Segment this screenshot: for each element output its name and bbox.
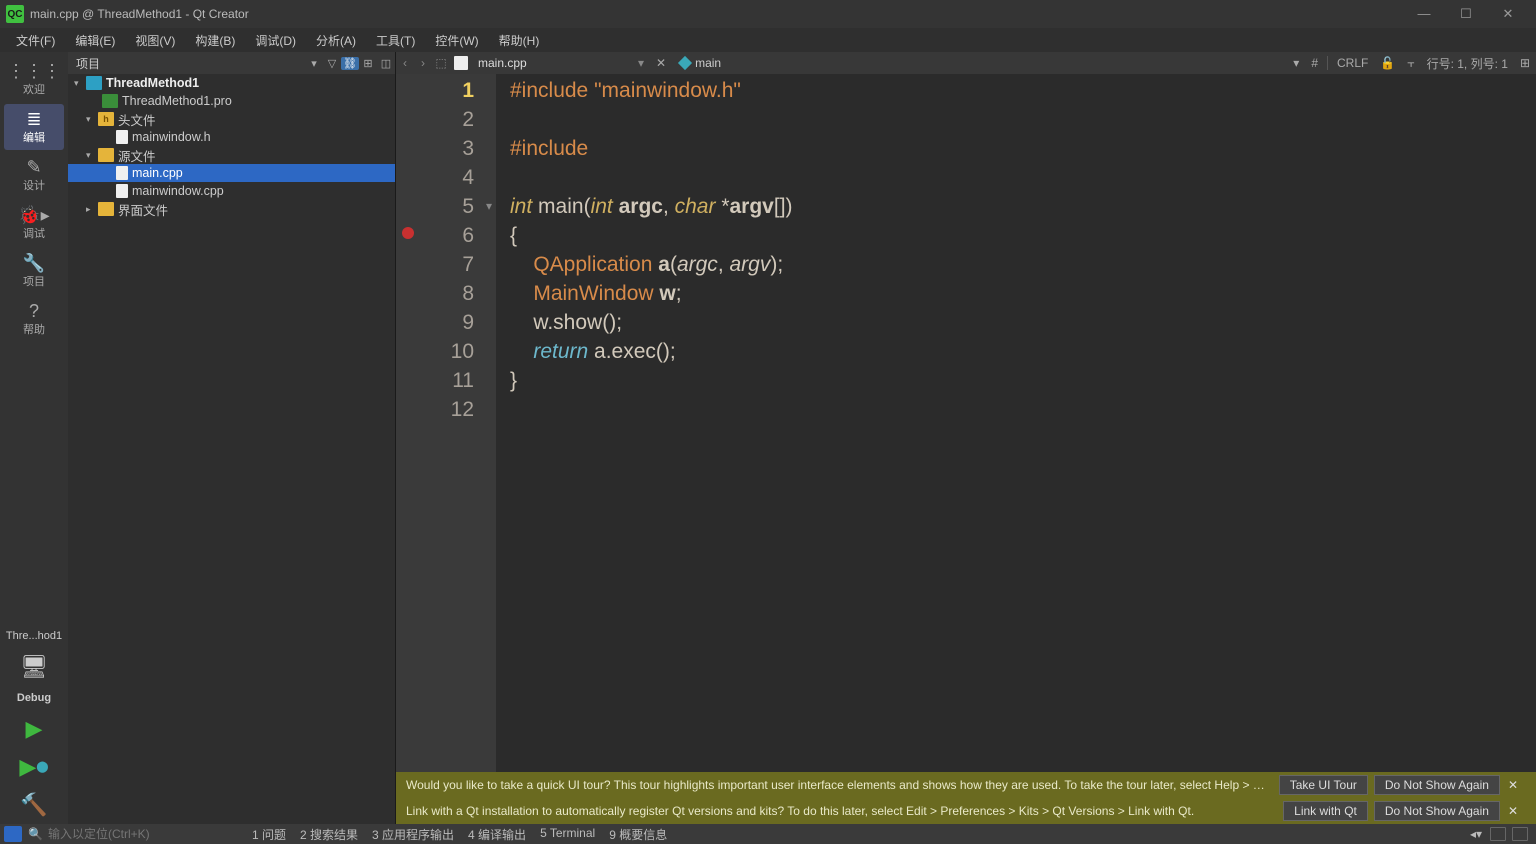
- open-file-name[interactable]: main.cpp: [472, 56, 632, 70]
- tree-mainwindow-cpp[interactable]: mainwindow.cpp: [68, 182, 395, 200]
- banner-1: Link with a Qt installation to automatic…: [396, 798, 1536, 824]
- more-editor-icon[interactable]: ⊞: [1514, 56, 1536, 70]
- banner-message: Would you like to take a quick UI tour? …: [406, 778, 1273, 792]
- status-bar: 🔍 1 问题 2 搜索结果 3 应用程序输出 4 编译输出 5 Terminal 9 概要…: [0, 824, 1536, 844]
- editor-area: ‹ › ⬚ main.cpp ▾ ✕ main ▾ # CRLF 🔓 ⫟ 行号:…: [396, 52, 1536, 824]
- output-pane-5[interactable]: 9 概要信息: [609, 826, 667, 843]
- banner-secondary-button[interactable]: Do Not Show Again: [1374, 775, 1500, 795]
- file-type-icon: [454, 56, 468, 70]
- tree-main-cpp[interactable]: main.cpp: [68, 164, 395, 182]
- editor-toolbar: ‹ › ⬚ main.cpp ▾ ✕ main ▾ # CRLF 🔓 ⫟ 行号:…: [396, 52, 1536, 74]
- link-editor-icon[interactable]: ⛓: [341, 57, 359, 70]
- menu-item-3[interactable]: 构建(B): [185, 29, 245, 52]
- tree-sources-folder[interactable]: ▾源文件: [68, 146, 395, 164]
- banner-primary-button[interactable]: Take UI Tour: [1279, 775, 1368, 795]
- line-ending-label[interactable]: CRLF: [1331, 56, 1374, 70]
- project-tree[interactable]: ▾ThreadMethod1 ThreadMethod1.pro ▾头文件 ma…: [68, 74, 395, 824]
- menu-item-8[interactable]: 帮助(H): [489, 29, 550, 52]
- menu-item-5[interactable]: 分析(A): [306, 29, 366, 52]
- symbol-dropdown-icon[interactable]: ▾: [1287, 56, 1305, 70]
- file-dropdown-icon[interactable]: ▾: [632, 56, 650, 70]
- split-editor-icon[interactable]: ⫟: [1401, 56, 1420, 71]
- banner-primary-button[interactable]: Link with Qt: [1283, 801, 1368, 821]
- output-pane-2[interactable]: 3 应用程序输出: [372, 826, 454, 843]
- kit-config-label[interactable]: Debug: [4, 686, 64, 710]
- project-panel-header: 项目 ▾ ▽ ⛓ ⊞ ◫: [68, 52, 395, 74]
- symbol-icon: [678, 56, 692, 70]
- menu-bar[interactable]: 文件(F)编辑(E)视图(V)构建(B)调试(D)分析(A)工具(T)控件(W)…: [0, 28, 1536, 52]
- fold-column[interactable]: ▾: [482, 74, 496, 772]
- menu-item-7[interactable]: 控件(W): [425, 29, 488, 52]
- outline-hash[interactable]: #: [1305, 56, 1324, 70]
- code-text[interactable]: #include "mainwindow.h" #include int mai…: [496, 74, 1536, 772]
- locator-input[interactable]: [48, 827, 228, 841]
- menu-item-4[interactable]: 调试(D): [245, 29, 306, 52]
- toggle-right-sidebar-button[interactable]: [1512, 827, 1528, 841]
- tree-pro-file[interactable]: ThreadMethod1.pro: [68, 92, 395, 110]
- kit-project-label[interactable]: Thre...hod1: [4, 624, 64, 648]
- progress-details-button[interactable]: [1490, 827, 1506, 841]
- menu-item-1[interactable]: 编辑(E): [65, 29, 125, 52]
- breakpoint-margin[interactable]: [396, 74, 420, 772]
- locator[interactable]: 🔍: [28, 827, 238, 841]
- close-file-icon[interactable]: ✕: [650, 56, 672, 70]
- close-button[interactable]: ✕: [1494, 6, 1522, 22]
- mode-欢迎[interactable]: ⋮⋮⋮欢迎: [4, 56, 64, 102]
- toggle-left-sidebar-button[interactable]: [4, 826, 22, 842]
- mode-selector: ⋮⋮⋮欢迎≣编辑✎设计🐞▸调试🔧项目?帮助 Thre...hod1 🖥 Debu…: [0, 52, 68, 824]
- mode-帮助[interactable]: ?帮助: [4, 296, 64, 342]
- output-pane-1[interactable]: 2 搜索结果: [300, 826, 358, 843]
- banner-secondary-button[interactable]: Do Not Show Again: [1374, 801, 1500, 821]
- output-pane-3[interactable]: 4 编译输出: [468, 826, 526, 843]
- lock-icon[interactable]: ⬚: [432, 56, 450, 70]
- output-dropdown-icon[interactable]: ◂▾: [1462, 827, 1490, 841]
- project-panel-title: 项目: [76, 55, 305, 72]
- maximize-button[interactable]: ☐: [1452, 6, 1480, 22]
- run-button[interactable]: ▶: [26, 710, 43, 748]
- build-button[interactable]: 🔨: [20, 786, 47, 824]
- banner-message: Link with a Qt installation to automatic…: [406, 804, 1277, 818]
- readonly-icon[interactable]: 🔓: [1374, 56, 1401, 70]
- output-panes: 1 问题 2 搜索结果 3 应用程序输出 4 编译输出 5 Terminal 9 概要信息: [238, 826, 1462, 843]
- banner-close-icon[interactable]: ✕: [1500, 804, 1526, 818]
- window-title: main.cpp @ ThreadMethod1 - Qt Creator: [30, 7, 1410, 21]
- project-panel: 项目 ▾ ▽ ⛓ ⊞ ◫ ▾ThreadMethod1 ThreadMethod…: [68, 52, 396, 824]
- output-pane-4[interactable]: 5 Terminal: [540, 826, 595, 843]
- minimize-button[interactable]: —: [1410, 6, 1438, 22]
- status-right-controls: [1490, 827, 1532, 841]
- output-pane-0[interactable]: 1 问题: [252, 826, 286, 843]
- mode-设计[interactable]: ✎设计: [4, 152, 64, 198]
- filter-icon[interactable]: ▽: [323, 57, 341, 70]
- banner-close-icon[interactable]: ✕: [1500, 778, 1526, 792]
- kit-target-icon[interactable]: 🖥: [4, 648, 64, 686]
- mode-项目[interactable]: 🔧项目: [4, 248, 64, 294]
- add-icon[interactable]: ⊞: [359, 57, 377, 70]
- title-bar: QC main.cpp @ ThreadMethod1 - Qt Creator…: [0, 0, 1536, 28]
- symbol-selector[interactable]: main: [672, 56, 729, 70]
- panel-dropdown-icon[interactable]: ▾: [305, 57, 323, 70]
- debug-run-button[interactable]: ▶⬤: [19, 748, 48, 786]
- tree-forms-folder[interactable]: ▸界面文件: [68, 200, 395, 218]
- menu-item-6[interactable]: 工具(T): [366, 29, 425, 52]
- cursor-position[interactable]: 行号: 1, 列号: 1: [1421, 55, 1514, 72]
- tree-header-file[interactable]: mainwindow.h: [68, 128, 395, 146]
- tree-headers-folder[interactable]: ▾头文件: [68, 110, 395, 128]
- search-icon: 🔍: [28, 827, 43, 841]
- banner-0: Would you like to take a quick UI tour? …: [396, 772, 1536, 798]
- line-number-gutter[interactable]: 123456789101112: [420, 74, 482, 772]
- window-controls: — ☐ ✕: [1410, 6, 1530, 22]
- notification-area: Would you like to take a quick UI tour? …: [396, 772, 1536, 824]
- mode-编辑[interactable]: ≣编辑: [4, 104, 64, 150]
- menu-item-2[interactable]: 视图(V): [125, 29, 185, 52]
- tree-project-root[interactable]: ▾ThreadMethod1: [68, 74, 395, 92]
- mode-调试[interactable]: 🐞▸调试: [4, 200, 64, 246]
- nav-back-icon[interactable]: ‹: [396, 56, 414, 70]
- code-editor[interactable]: 123456789101112 ▾ #include "mainwindow.h…: [396, 74, 1536, 772]
- nav-forward-icon[interactable]: ›: [414, 56, 432, 70]
- split-panel-icon[interactable]: ◫: [377, 57, 395, 70]
- app-logo: QC: [6, 5, 24, 23]
- menu-item-0[interactable]: 文件(F): [6, 29, 65, 52]
